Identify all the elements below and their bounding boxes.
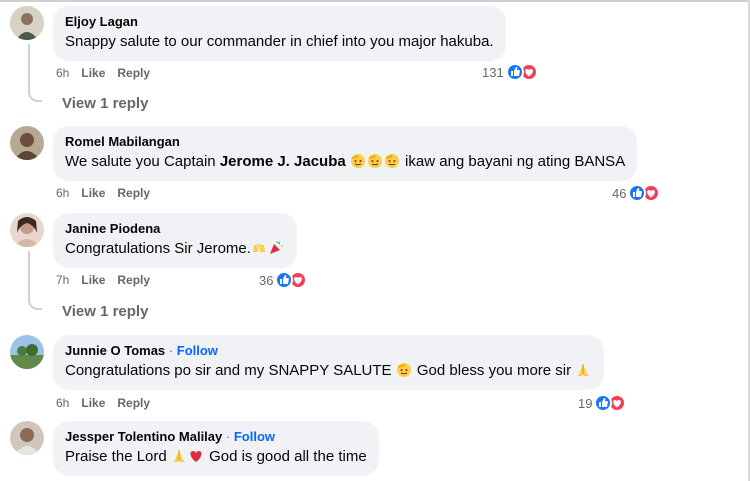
comment-header: Jessper Tolentino Malilay · Follow [65, 429, 367, 445]
comment-author[interactable]: Eljoy Lagan [65, 14, 494, 30]
follow-button[interactable]: Follow [234, 429, 275, 444]
comment-time[interactable]: 6h [56, 396, 69, 410]
comment-text-part: God bless you more sir [412, 362, 576, 379]
like-button[interactable]: Like [81, 396, 105, 410]
comment-bubble: Junnie O Tomas · Follow Congratulations … [53, 335, 605, 390]
comment-bubble: Jessper Tolentino Malilay · Follow Prais… [53, 421, 379, 476]
mentioned-name[interactable]: Jerome J. Jacuba [220, 153, 346, 170]
comment-author[interactable]: Jessper Tolentino Malilay [65, 429, 222, 444]
like-button[interactable]: Like [81, 273, 105, 287]
reply-button[interactable]: Reply [117, 396, 150, 410]
saluting-face-emoji [396, 362, 412, 378]
like-icon [594, 394, 613, 412]
comment-text-part: ikaw ang bayani ng ating BANSA [400, 153, 626, 170]
view-replies-link[interactable]: View 1 reply [62, 95, 148, 112]
like-button[interactable]: Like [81, 66, 105, 80]
comment-time[interactable]: 7h [56, 273, 69, 287]
comment-text: Praise the Lord God is good all the time [65, 447, 367, 467]
reaction-count: 19 [578, 395, 593, 411]
reply-thread-line [28, 44, 42, 102]
reaction-summary[interactable]: 19 [578, 394, 627, 412]
comment-text-part: Congratulations po sir and my SNAPPY SAL… [65, 362, 396, 379]
raising-hands-emoji [251, 240, 267, 256]
reply-button[interactable]: Reply [117, 273, 150, 287]
comment-text-part: Praise the Lord [65, 448, 171, 465]
reaction-summary[interactable]: 36 [259, 271, 308, 289]
reaction-summary[interactable]: 131 [482, 63, 538, 81]
view-replies-link[interactable]: View 1 reply [62, 303, 148, 320]
folded-hands-emoji [171, 448, 187, 464]
comment-text-part: Congratulations Sir Jerome. [65, 240, 251, 257]
comment-bubble: Eljoy Lagan Snappy salute to our command… [53, 6, 506, 61]
saluting-face-emoji [350, 153, 366, 169]
like-icon [275, 271, 294, 289]
comment-text-part: We salute you Captain [65, 153, 220, 170]
reaction-summary[interactable]: 46 [612, 184, 661, 202]
saluting-face-emoji [384, 153, 400, 169]
reaction-count: 131 [482, 64, 504, 80]
separator-dot: · [168, 343, 174, 358]
red-heart-emoji [188, 448, 204, 464]
comment-author[interactable]: Romel Mabilangan [65, 134, 625, 150]
comment-author[interactable]: Junnie O Tomas [65, 343, 165, 358]
follow-button[interactable]: Follow [177, 343, 218, 358]
reaction-count: 36 [259, 272, 274, 288]
comment-text: Snappy salute to our commander in chief … [65, 33, 494, 50]
comment-time[interactable]: 6h [56, 186, 69, 200]
separator-dot: · [225, 429, 231, 444]
party-popper-emoji [268, 240, 284, 256]
comment-bubble: Janine Piodena Congratulations Sir Jerom… [53, 213, 297, 268]
reply-thread-line [28, 251, 42, 310]
reply-button[interactable]: Reply [117, 66, 150, 80]
comment-bubble: Romel Mabilangan We salute you Captain J… [53, 126, 638, 181]
avatar[interactable] [10, 6, 44, 40]
window-top-border [0, 0, 750, 2]
like-icon [628, 184, 647, 202]
comment-header: Junnie O Tomas · Follow [65, 343, 592, 359]
comment-text: We salute you Captain Jerome J. Jacuba i… [65, 152, 625, 172]
avatar[interactable] [10, 126, 44, 160]
comment-author[interactable]: Janine Piodena [65, 221, 285, 237]
comment-text: Congratulations po sir and my SNAPPY SAL… [65, 361, 592, 381]
comment-actions: 6h Like Reply [56, 396, 162, 410]
comment-text: Congratulations Sir Jerome. [65, 239, 285, 259]
comment-actions: 7h Like Reply [56, 273, 162, 287]
folded-hands-emoji [575, 362, 591, 378]
like-button[interactable]: Like [81, 186, 105, 200]
avatar[interactable] [10, 213, 44, 247]
avatar[interactable] [10, 421, 44, 455]
comment-actions: 6h Like Reply [56, 186, 162, 200]
comment-text-part: God is good all the time [204, 448, 367, 465]
like-icon [505, 63, 524, 81]
reply-button[interactable]: Reply [117, 186, 150, 200]
comment-time[interactable]: 6h [56, 66, 69, 80]
reaction-count: 46 [612, 185, 627, 201]
avatar[interactable] [10, 335, 44, 369]
comment-actions: 6h Like Reply [56, 66, 162, 80]
saluting-face-emoji [367, 153, 383, 169]
